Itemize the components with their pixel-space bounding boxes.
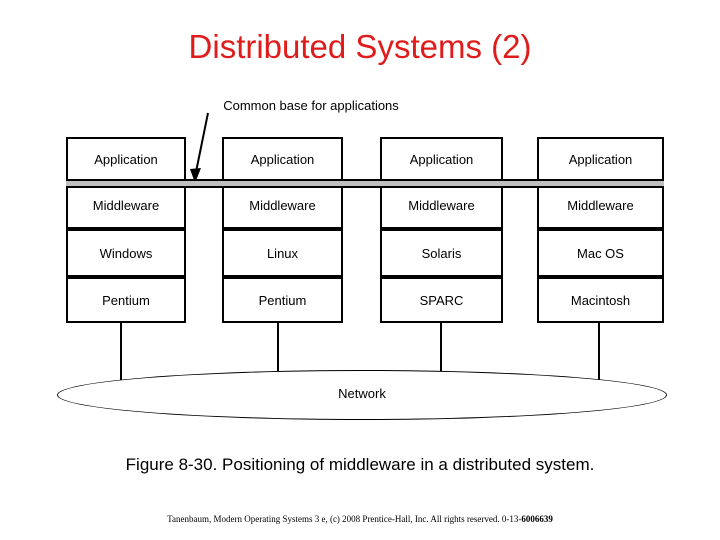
stack-cell-middleware[interactable]: Middleware	[66, 181, 186, 229]
footer-isbn: 6006639	[521, 514, 553, 524]
copyright-footer: Tanenbaum, Modern Operating Systems 3 e,…	[0, 514, 720, 524]
stack-cell-middleware[interactable]: Middleware	[537, 181, 664, 229]
stack-column-4: Application Middleware Mac OS Macintosh	[537, 137, 664, 323]
stack-cell-middleware[interactable]: Middleware	[222, 181, 343, 229]
down-left-arrow-icon	[190, 112, 209, 183]
footer-text: Tanenbaum, Modern Operating Systems 3 e,…	[167, 514, 522, 524]
stack-cell-application[interactable]: Application	[380, 137, 503, 181]
figure-diagram: Common base for applications Application…	[0, 0, 720, 440]
stack-cell-hardware[interactable]: Macintosh	[537, 277, 664, 323]
stack-cell-os[interactable]: Linux	[222, 229, 343, 277]
stack-cell-hardware[interactable]: SPARC	[380, 277, 503, 323]
network-connector-2	[277, 323, 279, 374]
stack-cell-os[interactable]: Windows	[66, 229, 186, 277]
annotation-label: Common base for applications	[223, 98, 399, 113]
network-label: Network	[338, 386, 386, 401]
stack-column-1: Application Middleware Windows Pentium	[66, 137, 186, 323]
network-connector-4	[598, 323, 600, 380]
stack-cell-middleware[interactable]: Middleware	[380, 181, 503, 229]
stack-cell-application[interactable]: Application	[222, 137, 343, 181]
stack-cell-application[interactable]: Application	[537, 137, 664, 181]
stack-cell-application[interactable]: Application	[66, 137, 186, 181]
network-connector-3	[440, 323, 442, 374]
stack-cell-hardware[interactable]: Pentium	[66, 277, 186, 323]
stack-cell-hardware[interactable]: Pentium	[222, 277, 343, 323]
stack-column-2: Application Middleware Linux Pentium	[222, 137, 343, 323]
stack-cell-os[interactable]: Solaris	[380, 229, 503, 277]
stack-cell-os[interactable]: Mac OS	[537, 229, 664, 277]
network-connector-1	[120, 323, 122, 380]
stack-column-3: Application Middleware Solaris SPARC	[380, 137, 503, 323]
figure-caption: Figure 8-30. Positioning of middleware i…	[125, 455, 595, 474]
slide-canvas: Distributed Systems (2) Common base for …	[0, 0, 720, 540]
common-base-bar	[66, 179, 664, 188]
